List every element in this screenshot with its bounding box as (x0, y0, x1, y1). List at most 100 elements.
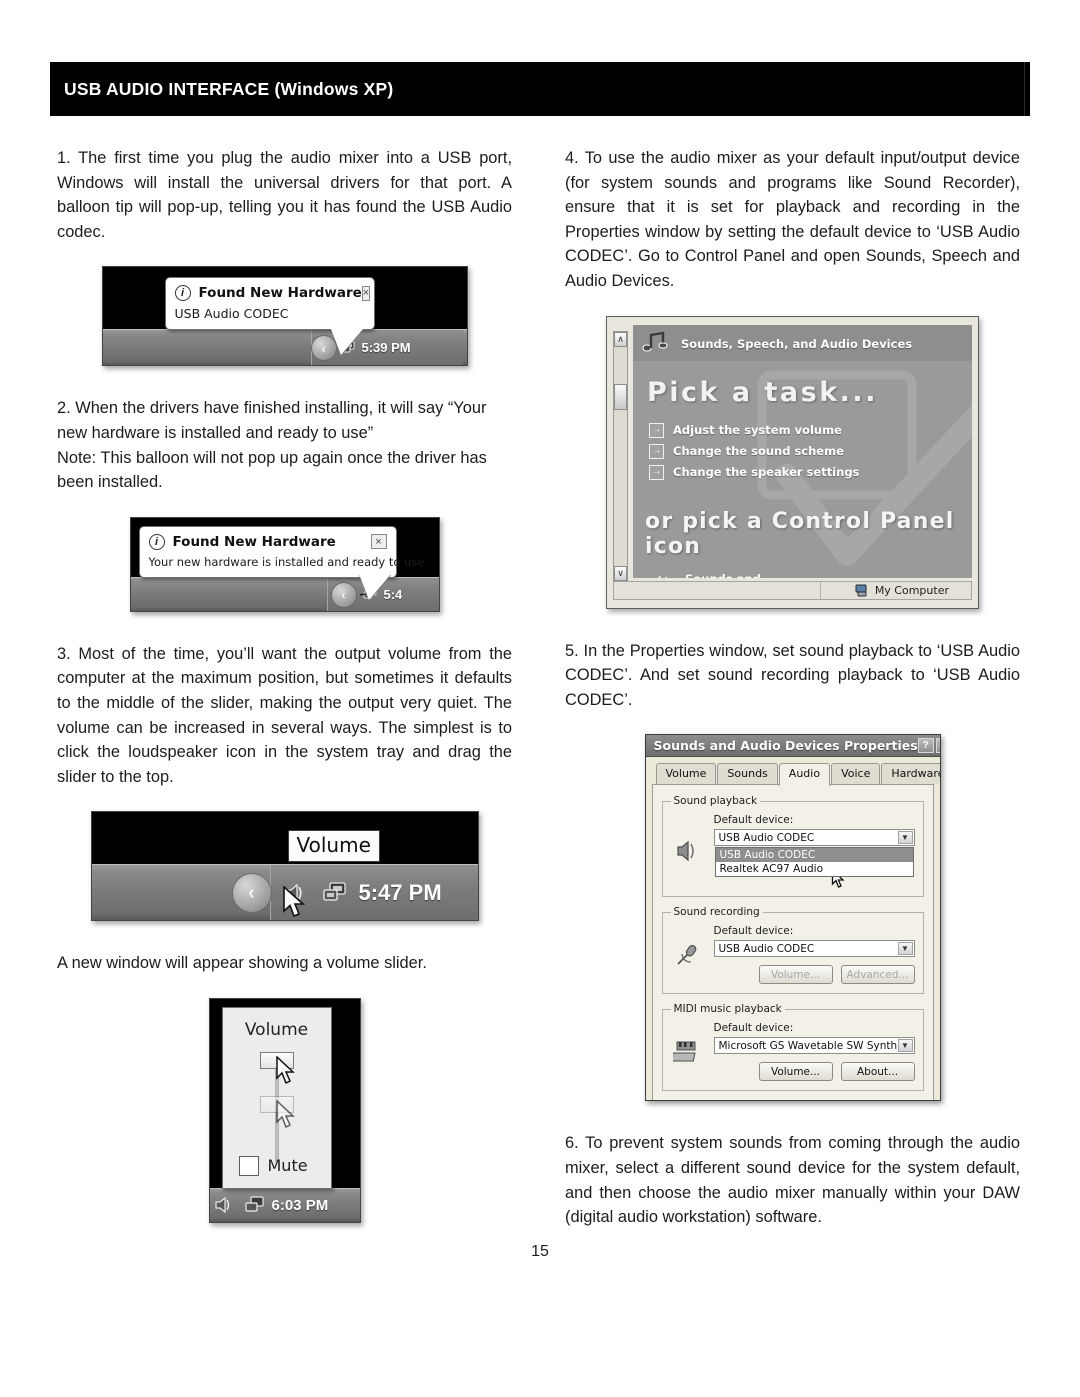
balloon-tail (358, 573, 391, 600)
close-icon[interactable]: ✕ (935, 738, 940, 754)
taskbar: 5:4 ‹ (130, 576, 439, 611)
speaker-icon (657, 575, 668, 578)
mouse-cursor-icon (275, 1055, 299, 1091)
step-5-text: 5. In the Properties window, set sound p… (565, 641, 1020, 709)
screenshot-balloon-1: 5:39 PM ‹ i Found New Hardware × USB Aud… (101, 266, 468, 367)
screenshot-properties-dialog: Sounds and Audio Devices Properties ? ✕ … (644, 734, 941, 1102)
clock-time: 5:47 PM (358, 879, 442, 905)
mouse-cursor-drag-origin-icon (275, 1099, 299, 1135)
balloon-header: i Found New Hardware × (148, 533, 387, 550)
group-sound-playback: Sound playback Default device: USB Audio… (661, 795, 924, 898)
mute-checkbox[interactable] (238, 1155, 259, 1176)
screenshot-volume-panel-wrap: 6:03 PM Volume Mute (57, 997, 512, 1223)
scroll-up-button[interactable]: ∧ (614, 331, 627, 347)
sound-recording-device-combobox[interactable]: USB Audio CODEC ▼ (713, 940, 915, 958)
show-hidden-icons-chevron-icon[interactable]: ‹ (231, 873, 272, 914)
group-row: Default device: USB Audio CODEC ▼ Volume… (671, 925, 915, 985)
mute-row[interactable]: Mute (238, 1155, 308, 1176)
balloon-tip-2: i Found New Hardware × Your new hardware… (138, 525, 429, 578)
my-computer-icon (855, 584, 867, 597)
scroll-down-button[interactable]: ∨ (614, 565, 627, 581)
sound-playback-device-combobox[interactable]: USB Audio CODEC ▼ USB Audio CODEC Realte… (713, 829, 915, 878)
tab-volume[interactable]: Volume (655, 763, 717, 785)
header-right-edge (1024, 62, 1030, 116)
group-row: Default device: Microsoft GS Wavetable S… (671, 1022, 915, 1082)
dialog-titlebar: Sounds and Audio Devices Properties ? ✕ (645, 735, 940, 758)
volume-tooltip: Volume (287, 830, 380, 863)
dropdown-option[interactable]: Realtek AC97 Audio (716, 862, 913, 876)
use-only-default-devices-row[interactable]: Use only default devices (664, 1100, 924, 1101)
tab-hardware[interactable]: Hardware (881, 763, 940, 785)
screenshot-volume-tooltip-wrap: 5:47 PM ‹ Volume (57, 811, 512, 922)
tab-audio[interactable]: Audio (778, 763, 831, 787)
step-1-text: 1. The first time you plug the audio mix… (57, 149, 512, 241)
balloon-body-text: Your new hardware is installed and ready… (148, 554, 429, 569)
speaker-icon (671, 814, 705, 887)
balloon-header: i Found New Hardware × (174, 285, 371, 302)
midi-keyboard-icon (671, 1022, 705, 1081)
mouse-cursor-icon (282, 885, 310, 920)
clock-time: 5:39 PM (361, 340, 411, 356)
screenshot-balloon-2-wrap: 5:4 ‹ i Found New Hardware × Your new ha… (57, 516, 512, 612)
group-legend: Sound playback (673, 795, 758, 808)
tab-voice[interactable]: Voice (831, 763, 881, 785)
group-midi-music-playback: MIDI music playback Default device: Micr… (661, 1003, 924, 1092)
balloon-tip-1: i Found New Hardware × USB Audio CODEC (164, 277, 375, 331)
step-3-text: 3. Most of the time, you’ll want the out… (57, 644, 512, 786)
combobox-value: USB Audio CODEC (718, 942, 815, 955)
use-only-default-devices-checkbox[interactable] (664, 1100, 676, 1101)
chevron-down-icon[interactable]: ▼ (897, 942, 913, 956)
chevron-down-icon[interactable]: ▼ (897, 1039, 913, 1053)
balloon-tail (330, 329, 363, 356)
midi-device-combobox[interactable]: Microsoft GS Wavetable SW Synth ▼ (713, 1037, 915, 1055)
close-icon[interactable]: × (361, 285, 371, 301)
help-icon[interactable]: ? (917, 738, 934, 754)
volume-flyout-panel: Volume Mute (221, 1006, 332, 1189)
dialog-tabs: Volume Sounds Audio Voice Hardware (652, 763, 940, 787)
status-bar: My Computer (613, 580, 972, 600)
group-row: Default device: USB Audio CODEC ▼ USB Au… (671, 814, 915, 887)
step-2-text-line2: Note: This balloon will not pop up again… (57, 448, 487, 492)
sound-playback-dropdown-list[interactable]: USB Audio CODEC Realtek AC97 Audio (714, 847, 914, 878)
arrow-right-icon: → (649, 443, 664, 459)
vertical-scrollbar[interactable]: ∧ ∨ (613, 330, 628, 582)
network-icon[interactable] (242, 1195, 266, 1216)
taskbar: 6:03 PM (209, 1187, 360, 1222)
status-bar-label: My Computer (874, 583, 949, 597)
midi-about-button[interactable]: About... (840, 1062, 915, 1082)
balloon-title: Found New Hardware (198, 285, 362, 302)
network-icon[interactable] (319, 880, 349, 906)
chevron-down-icon[interactable]: ▼ (897, 831, 913, 845)
chevron-left-icon: ‹ (248, 881, 255, 904)
tab-sounds[interactable]: Sounds (717, 763, 778, 785)
left-column: 1. The first time you plug the audio mix… (57, 146, 512, 1223)
page-header-bar: USB AUDIO INTERFACE (Windows XP) (50, 62, 1030, 116)
show-hidden-icons-chevron-icon[interactable]: ‹ (330, 581, 357, 608)
status-bar-my-computer: My Computer (855, 584, 971, 597)
arrow-right-icon: → (649, 422, 664, 438)
screenshot-balloon-1-wrap: 5:39 PM ‹ i Found New Hardware × USB Aud… (57, 266, 512, 367)
group-legend: Sound recording (673, 906, 760, 919)
checkmark-watermark-icon (757, 370, 972, 566)
speaker-icon[interactable] (214, 1195, 236, 1215)
group-fields: Default device: USB Audio CODEC ▼ USB Au… (713, 814, 915, 887)
close-icon[interactable]: × (370, 534, 387, 550)
midi-volume-button[interactable]: Volume... (758, 1062, 833, 1082)
screenshot-balloon-2: 5:4 ‹ i Found New Hardware × Your new ha… (129, 516, 440, 612)
balloon-body-text: USB Audio CODEC (174, 306, 289, 322)
scrollbar-thumb[interactable] (614, 383, 627, 410)
info-icon: i (174, 285, 191, 302)
sounds-speech-audio-icon (642, 331, 668, 352)
control-panel-content: Sounds, Speech, and Audio Devices Pick a… (633, 324, 972, 578)
dialog-title: Sounds and Audio Devices Properties (653, 738, 918, 754)
dropdown-option[interactable]: USB Audio CODEC (715, 848, 913, 863)
step-4-text: 4. To use the audio mixer as your defaul… (565, 149, 1020, 290)
use-only-default-devices-label: Use only default devices (682, 1100, 811, 1101)
info-icon: i (148, 533, 165, 550)
sound-recording-buttons: Volume... Advanced... (714, 965, 915, 985)
combobox-value: USB Audio CODEC (718, 831, 815, 844)
screenshot-control-panel-wrap: ∧ ∨ Sounds, Speech, and Audio Devices Pi… (565, 315, 1020, 609)
screenshot-volume-tooltip: 5:47 PM ‹ Volume (90, 811, 479, 922)
group-legend: MIDI music playback (673, 1003, 782, 1016)
field-label: Default device: (713, 1022, 794, 1035)
